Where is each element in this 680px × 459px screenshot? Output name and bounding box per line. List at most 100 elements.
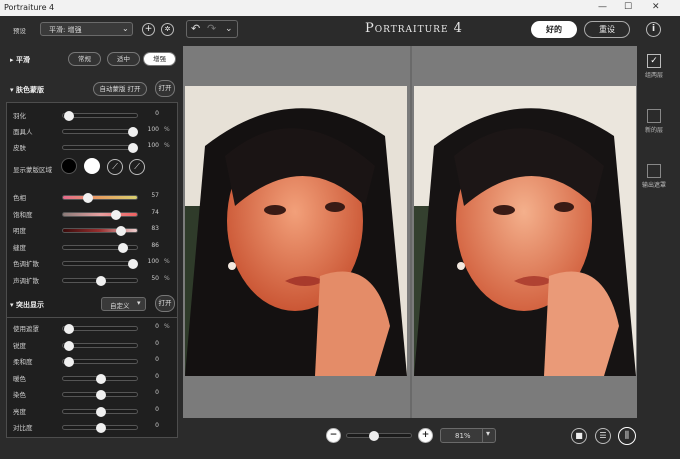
split-divider[interactable] [410, 46, 412, 418]
enhance-slider-track[interactable] [62, 340, 138, 351]
skin-color-slider-thumb[interactable] [110, 209, 121, 220]
original-photo [185, 86, 407, 376]
enhance-slider-label: 染色 [13, 391, 26, 399]
history-chevron-icon[interactable]: ⌄ [225, 24, 233, 34]
skin-color-slider-thumb[interactable] [118, 242, 129, 253]
enhance-slider-track[interactable] [62, 324, 138, 334]
skin-color-slider-track[interactable] [62, 259, 138, 269]
skin-color-slider-value: 57 [151, 192, 159, 199]
smooth-title: 平滑 [15, 56, 30, 64]
skin-slider-track[interactable] [62, 143, 138, 153]
zoom-out-icon[interactable]: − [326, 428, 341, 443]
enhance-slider-thumb[interactable] [64, 340, 75, 351]
enhance-slider-unit: % [164, 323, 170, 330]
split-vertical-view-icon[interactable]: ⫼ [618, 427, 636, 445]
split-horizontal-view-icon[interactable]: ☰ [595, 428, 611, 444]
enhance-toggle-button[interactable]: 打开 [155, 295, 175, 312]
output-option-checkbox[interactable] [647, 164, 661, 178]
skin-color-slider-thumb[interactable] [116, 226, 127, 236]
preview-canvas [183, 46, 637, 418]
skin-color-slider-row: 饱和度 74 [7, 207, 179, 221]
skin-toggle-button[interactable]: 打开 [155, 80, 175, 97]
smooth-option-strong[interactable]: 增强 [143, 52, 176, 66]
undo-icon[interactable]: ↶ [191, 22, 200, 35]
skin-mask-box: 羽化 0 面具人 100% 皮肤 100% 显示蒙版区域 ⟋ ⟋ 色相 57 饱和度 74 明度 8… [6, 102, 178, 330]
maximize-icon[interactable]: ☐ [624, 2, 632, 12]
skin-color-slider-thumb[interactable] [127, 259, 138, 269]
skin-color-slider-value: 50 [151, 274, 159, 282]
single-view-icon[interactable]: ■ [571, 428, 587, 444]
color-swatch-white[interactable] [84, 158, 100, 174]
skin-color-slider-track[interactable] [62, 275, 138, 286]
output-option-label: 输出遮罩 [642, 182, 667, 189]
enhance-slider-thumb[interactable] [96, 406, 106, 417]
skin-color-slider-track[interactable] [62, 242, 138, 253]
gear-icon[interactable]: ✲ [161, 23, 174, 36]
enhance-slider-row: 暖色 0 [7, 371, 179, 385]
zoom-slider-thumb[interactable] [369, 431, 380, 441]
chevron-down-icon: ▾ [137, 299, 141, 307]
enhance-slider-value: 0 [155, 422, 159, 429]
skin-color-slider-track[interactable] [62, 226, 138, 236]
enhance-preset-dropdown[interactable]: 自定义 ▾ [101, 297, 146, 311]
enhance-slider-thumb[interactable] [64, 324, 75, 334]
skin-color-slider-thumb[interactable] [82, 193, 93, 203]
preset-dropdown[interactable]: 平滑: 增强 ⌄ [40, 22, 133, 36]
enhance-slider-track[interactable] [62, 357, 138, 367]
smooth-option-normal[interactable]: 常规 [68, 52, 101, 66]
info-icon[interactable]: i [646, 22, 661, 37]
add-preset-icon[interactable]: + [142, 23, 155, 36]
skin-slider-track[interactable] [62, 111, 138, 121]
smooth-option-medium[interactable]: 适中 [107, 52, 140, 66]
smooth-section-toggle[interactable]: ▸ 平滑 [10, 55, 30, 65]
minimize-icon[interactable]: — [598, 2, 607, 12]
skin-slider-label: 羽化 [13, 112, 26, 120]
enhance-slider-row: 使用遮罩 0% [7, 321, 179, 335]
skin-slider-thumb[interactable] [64, 111, 75, 121]
preset-value: 平滑: 增强 [49, 26, 82, 34]
skin-section-toggle[interactable]: ▾ 肤色蒙版 [10, 85, 44, 95]
reset-button[interactable]: 重设 [584, 21, 630, 38]
skin-slider-thumb[interactable] [127, 127, 138, 137]
enhance-slider-thumb[interactable] [96, 373, 106, 384]
app-logo: Portraiture 4 [365, 21, 463, 36]
enhance-section-toggle[interactable]: ▾ 突出显示 [10, 300, 44, 310]
enhance-slider-value: 0 [155, 372, 159, 380]
skin-slider-thumb[interactable] [127, 143, 138, 153]
output-option-checkbox[interactable]: ✓ [647, 54, 661, 68]
color-swatch-black[interactable] [61, 158, 77, 174]
enhance-preset-value: 自定义 [110, 302, 130, 310]
skin-slider-track[interactable] [62, 127, 138, 137]
enhance-slider-value: 0 [155, 389, 159, 396]
output-options-bar: ✓ 组两层 新的层 输出遮罩 [640, 46, 680, 444]
enhance-slider-thumb[interactable] [96, 390, 106, 400]
skin-color-slider-thumb[interactable] [96, 275, 106, 286]
enhance-slider-label: 柔和度 [13, 358, 33, 366]
zoom-slider[interactable] [346, 431, 412, 441]
skin-color-slider-label: 缝度 [13, 243, 26, 252]
eyedropper-plus-icon[interactable]: ⟋ [129, 159, 145, 175]
close-icon[interactable]: ✕ [652, 2, 660, 12]
skin-slider-value: 100 [147, 142, 159, 149]
output-option-label: 组两层 [644, 72, 663, 79]
zoom-in-icon[interactable]: + [418, 428, 433, 443]
zoom-level-dropdown[interactable]: 81% ▾ [440, 428, 496, 443]
skin-slider-unit: % [164, 126, 170, 133]
enhance-slider-thumb[interactable] [96, 423, 106, 433]
output-option-checkbox[interactable] [647, 109, 661, 123]
skin-slider-label: 皮肤 [13, 144, 26, 152]
auto-mask-button[interactable]: 自动蒙版 打开 [93, 82, 147, 96]
enhance-title: 突出显示 [15, 301, 44, 309]
enhance-slider-track[interactable] [62, 423, 138, 433]
redo-icon[interactable]: ↷ [207, 22, 216, 35]
skin-color-slider-track[interactable] [62, 193, 138, 203]
eyedropper-icon[interactable]: ⟋ [107, 159, 123, 175]
enhance-slider-track[interactable] [62, 373, 138, 384]
chevron-down-icon: ⌄ [122, 24, 129, 33]
ok-button[interactable]: 好的 [531, 21, 577, 38]
enhance-slider-row: 锐度 0 [7, 338, 179, 352]
enhance-slider-track[interactable] [62, 406, 138, 417]
enhance-slider-thumb[interactable] [64, 357, 75, 367]
skin-color-slider-track[interactable] [62, 209, 138, 220]
enhance-slider-track[interactable] [62, 390, 138, 400]
